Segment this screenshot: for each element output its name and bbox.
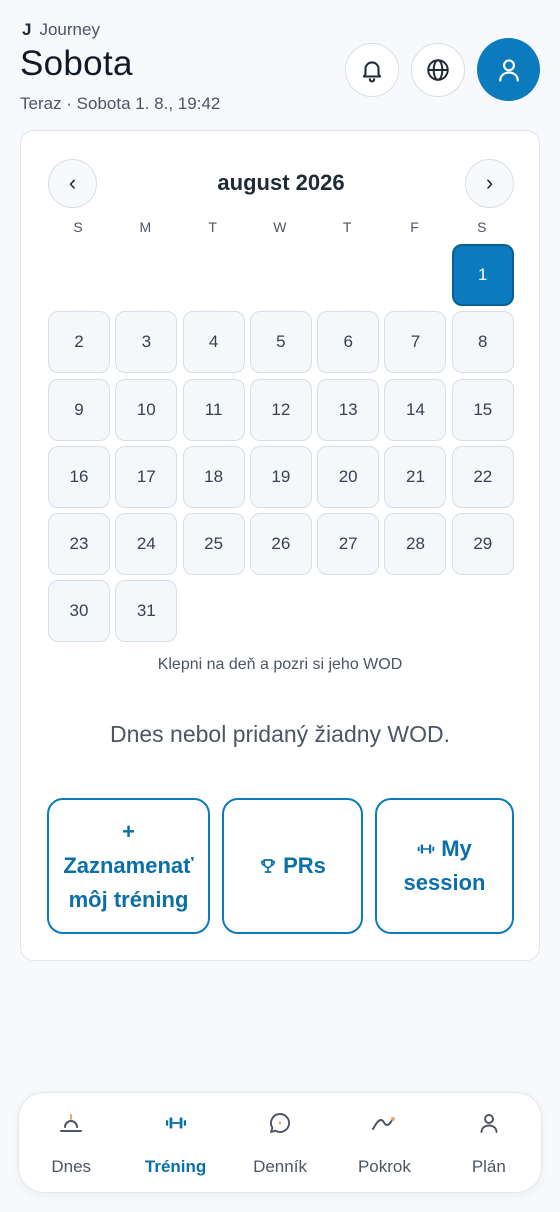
empty-day-slot (250, 244, 312, 306)
language-button[interactable] (411, 42, 465, 97)
prs-button[interactable]: PRs (222, 798, 363, 934)
empty-day-slot (183, 244, 245, 306)
calendar-day[interactable]: 23 (48, 513, 110, 576)
chevron-left-icon: ‹ (68, 170, 77, 195)
calendar-day[interactable]: 9 (48, 378, 110, 441)
calendar-day[interactable]: 15 (451, 378, 514, 441)
calendar-day[interactable]: 26 (249, 513, 312, 576)
calendar-day[interactable]: 8 (451, 311, 514, 374)
nav-label: Pokrok (357, 1157, 411, 1176)
nav-item-dnes[interactable]: Dnes (19, 1093, 123, 1192)
trend-line-icon (372, 1117, 396, 1130)
calendar-day[interactable]: 21 (384, 445, 447, 508)
brand: J Journey (20, 20, 540, 40)
nav-item-plan[interactable]: Plán (437, 1093, 541, 1192)
globe-icon (427, 58, 449, 81)
brand-name: Journey (39, 20, 100, 39)
prs-label: PRs (283, 853, 326, 878)
calendar-day-selected[interactable]: 1 (451, 244, 514, 306)
calendar-day[interactable]: 17 (115, 445, 178, 508)
calendar-day[interactable]: 19 (249, 445, 312, 508)
nav-item-trening[interactable]: Tréning (123, 1093, 227, 1192)
trophy-icon (261, 859, 275, 873)
chevron-right-icon: › (485, 170, 494, 195)
calendar-day[interactable]: 10 (115, 378, 178, 441)
weekday-label: T (342, 219, 352, 235)
weekday-label: W (273, 219, 287, 235)
calendar-day[interactable]: 31 (115, 580, 178, 643)
next-month-button[interactable]: › (464, 158, 514, 208)
no-wod-message: Dnes nebol pridaný žiadny WOD. (109, 721, 451, 747)
notifications-button[interactable] (345, 42, 399, 97)
calendar-day[interactable]: 14 (384, 378, 447, 441)
chat-bubble-icon (270, 1113, 291, 1133)
dumbbell-icon (417, 844, 435, 854)
person-icon (480, 1114, 498, 1133)
calendar-day[interactable]: 7 (384, 311, 447, 374)
calendar-day[interactable]: 11 (182, 378, 245, 441)
calendar-day[interactable]: 4 (182, 311, 245, 374)
nav-label: Denník (253, 1157, 307, 1176)
sunrise-icon (60, 1114, 83, 1132)
nav-label: Plán (471, 1157, 506, 1176)
log-workout-label: Zaznamenať môj tréning (63, 853, 194, 912)
calendar-day[interactable]: 25 (182, 513, 245, 576)
empty-day-slot (384, 244, 446, 306)
calendar-day[interactable]: 28 (384, 513, 447, 576)
weekday-label: S (73, 219, 83, 235)
weekday-label: T (208, 219, 217, 235)
weekday-label: M (139, 219, 152, 235)
calendar-hint: Klepni na deň a pozri si jeho WOD (157, 656, 403, 673)
bottom-navigation: Dnes Tréning Denník Pokrok Plán (18, 1092, 542, 1193)
nav-label: Tréning (144, 1157, 207, 1176)
calendar-header: ‹ august 2026 › (48, 158, 514, 208)
nav-item-dennik[interactable]: Denník (228, 1093, 332, 1192)
calendar-day[interactable]: 29 (451, 513, 514, 576)
my-session-label-wrap: My session (377, 832, 512, 900)
empty-day-slot (317, 244, 379, 306)
calendar-day[interactable]: 20 (317, 445, 380, 508)
calendar-card: ‹ august 2026 › SMTWTFS 1 2 3 4 5 6 7 8 9 10 11 12 1… (20, 130, 540, 961)
month-label: august 2026 (217, 170, 345, 195)
bell-icon (362, 60, 382, 82)
calendar-grid: 1 2 3 4 5 6 7 8 9 10 11 12 13 14 15 16 17 18 19 20 21 22 23 24 2… (48, 244, 516, 643)
action-buttons: + Zaznamenať môj tréning PRs My session (47, 798, 514, 934)
dumbbell-icon (165, 1117, 186, 1129)
calendar-day[interactable]: 30 (48, 580, 110, 643)
nav-item-pokrok[interactable]: Pokrok (332, 1093, 436, 1192)
calendar-day[interactable]: 2 (48, 311, 110, 374)
calendar-day[interactable]: 12 (249, 378, 312, 441)
my-session-button[interactable]: My session (375, 798, 514, 934)
brand-logo-mark: J (22, 20, 32, 39)
previous-month-button[interactable]: ‹ (48, 158, 97, 208)
calendar-day[interactable]: 24 (115, 513, 178, 576)
empty-day-slot (48, 244, 110, 306)
profile-avatar-button[interactable] (477, 38, 540, 101)
log-workout-label-wrap: + Zaznamenať môj tréning (49, 815, 208, 917)
log-workout-button[interactable]: + Zaznamenať môj tréning (47, 798, 210, 934)
header: J Journey Sobota Teraz · Sobota 1. 8., 1… (20, 20, 540, 120)
weekday-label: F (410, 219, 419, 235)
my-session-label: My session (403, 836, 486, 895)
empty-day-slot (115, 244, 177, 306)
nav-label: Dnes (51, 1157, 92, 1176)
calendar-day[interactable]: 18 (182, 445, 245, 508)
weekday-label: S (477, 219, 487, 235)
calendar-day[interactable]: 3 (115, 311, 178, 374)
calendar-day[interactable]: 5 (249, 311, 312, 374)
user-icon (498, 58, 519, 82)
plus-icon: + (122, 819, 135, 844)
weekday-row: SMTWTFS (47, 219, 515, 235)
calendar-day[interactable]: 27 (317, 513, 380, 576)
calendar-day[interactable]: 13 (317, 378, 380, 441)
header-actions (345, 38, 540, 101)
calendar-day[interactable]: 6 (317, 311, 380, 374)
calendar-day[interactable]: 16 (48, 445, 110, 508)
calendar-day[interactable]: 22 (451, 445, 514, 508)
